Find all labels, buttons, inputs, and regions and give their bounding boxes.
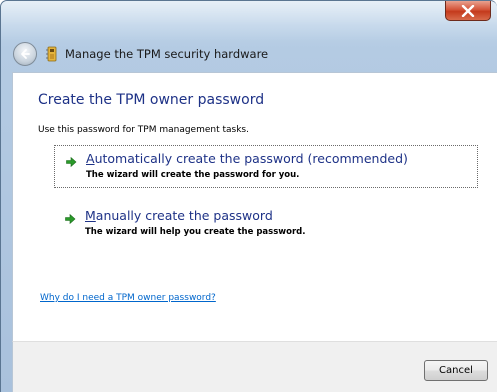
option-manual-password[interactable]: Manually create the password The wizard … — [54, 203, 478, 246]
title-bar: Manage the TPM security hardware — [13, 41, 268, 67]
back-arrow-icon — [21, 49, 30, 59]
option-automatic-password[interactable]: Automatically create the password (recom… — [54, 145, 478, 188]
option-title-text: anually create the password — [95, 208, 273, 223]
option-accelerator: A — [86, 151, 95, 166]
option-title: Manually create the password — [85, 208, 273, 223]
page-description: Use this password for TPM management tas… — [38, 125, 249, 135]
green-arrow-icon — [64, 213, 76, 225]
option-subtitle: The wizard will create the password for … — [86, 170, 300, 180]
wizard-window: Manage the TPM security hardware Create … — [0, 0, 497, 392]
green-arrow-icon — [65, 156, 77, 168]
wizard-content: Create the TPM owner password Use this p… — [12, 72, 497, 341]
tpm-chip-icon — [46, 46, 57, 62]
option-title: Automatically create the password (recom… — [86, 151, 408, 166]
close-x-icon — [461, 4, 475, 17]
back-button[interactable] — [13, 42, 37, 66]
window-title: Manage the TPM security hardware — [65, 47, 269, 61]
option-accelerator: M — [85, 208, 96, 223]
option-title-text: utomatically create the password (recomm… — [94, 151, 408, 166]
cancel-button[interactable]: Cancel — [424, 360, 488, 381]
option-subtitle: The wizard will help you create the pass… — [85, 227, 306, 237]
page-heading: Create the TPM owner password — [38, 92, 265, 108]
help-link[interactable]: Why do I need a TPM owner password? — [40, 293, 216, 303]
close-button[interactable] — [445, 1, 491, 21]
wizard-footer: Cancel — [12, 341, 497, 392]
